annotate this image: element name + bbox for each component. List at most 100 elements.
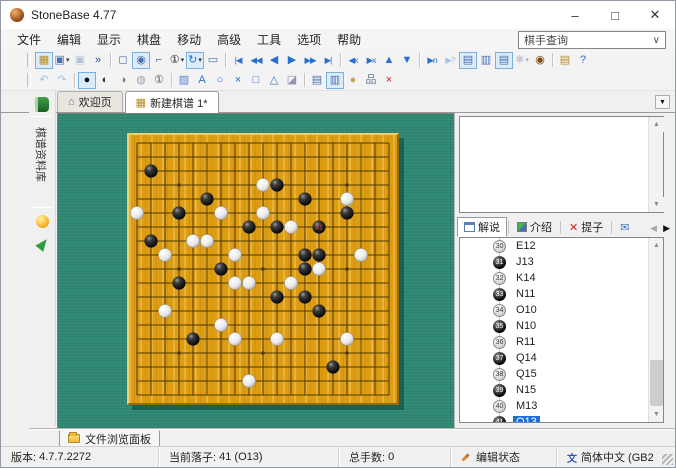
menu-item-1[interactable]: 编辑 [49,29,89,50]
mark-circle-icon[interactable]: ○ [211,72,229,89]
menu-item-8[interactable]: 帮助 [329,29,369,50]
panel-tab-mail[interactable]: ✉ [613,217,639,237]
menu-item-7[interactable]: 选项 [289,29,329,50]
scroll-down-icon[interactable]: ▼ [649,407,664,422]
player-search-combobox[interactable]: 棋手查询 ∨ [518,31,666,49]
move-number-icon[interactable]: ①▾ [168,52,186,69]
nav-back10-icon[interactable]: ◀◀ [247,52,265,69]
save-icon[interactable]: ▣▾ [53,52,71,69]
properties-icon[interactable]: ▤ [556,52,574,69]
move-list-item-33[interactable]: 33N11 [460,286,648,302]
variation-next-icon[interactable]: ▶x [362,52,380,69]
board-display-icon[interactable]: ◻ [114,52,132,69]
nav-last-icon[interactable]: ▶| [319,52,337,69]
move-list-item-38[interactable]: 38Q15 [460,366,648,382]
eraser-icon[interactable]: ◪ [283,72,301,89]
menu-item-6[interactable]: 工具 [249,29,289,50]
resize-grip[interactable] [662,454,673,465]
pointer-tool-button[interactable] [33,234,53,254]
tree-panel-icon[interactable]: ▤ [459,52,477,69]
nav-next-icon[interactable]: ▶ [283,52,301,69]
delete-node-icon[interactable]: × [380,72,398,89]
panel-tab-介绍[interactable]: 介绍 [510,217,559,237]
next-tab-button[interactable]: ▶ [660,223,673,234]
scrollbar-thumb[interactable] [650,360,663,406]
go-board[interactable]: 41 [127,133,399,405]
variation-up-icon[interactable]: ▲ [380,52,398,69]
move-list-item-35[interactable]: 35N10 [460,318,648,334]
comment-scrollbar[interactable]: ▲ ▼ [648,117,663,212]
database-panel-button[interactable] [32,94,52,114]
numbered-stone-icon[interactable]: ① [150,72,168,89]
chevron-down-icon[interactable]: ∨ [653,35,660,46]
coordinates-toggle-icon[interactable]: ◉ [132,52,150,69]
move-list-item-30[interactable]: 30E12 [460,238,648,254]
scroll-up-icon[interactable]: ▲ [649,117,664,132]
dock-vertical-tab[interactable]: 棋谱资料库 [29,123,56,201]
nav-prev-icon[interactable]: ◀ [265,52,283,69]
go-board-grid[interactable]: 41 [129,135,397,403]
tab-list-dropdown-button[interactable]: ▼ [655,95,670,109]
tree-new-branch-icon[interactable]: ▤ [495,52,513,69]
move-list-item-39[interactable]: 39N15 [460,382,648,398]
move-list-item-36[interactable]: 36R11 [460,334,648,350]
move-list-item-37[interactable]: 37Q14 [460,350,648,366]
white-stone-icon[interactable]: ◑ [114,72,132,89]
help-icon[interactable]: ? [574,52,592,69]
minimize-button[interactable]: – [555,1,595,29]
dropdown-arrow-icon[interactable]: ▾ [198,57,202,64]
toolbar-overflow-chevron[interactable]: » [89,52,107,69]
auto-play-icon[interactable]: ▶? [441,52,459,69]
menu-item-4[interactable]: 移动 [169,29,209,50]
undo-icon[interactable]: ↶ [35,72,53,89]
variation-down-icon[interactable]: ▼ [398,52,416,69]
dropdown-arrow-icon[interactable]: ▾ [66,57,70,64]
scroll-up-icon[interactable]: ▲ [649,238,664,253]
save-as-icon[interactable]: ▣ [71,52,89,69]
mark-triangle-icon[interactable]: △ [265,72,283,89]
alternate-stone-icon[interactable]: ◐ [96,72,114,89]
move-list-item-40[interactable]: 40M13 [460,398,648,414]
rotate-board-icon[interactable]: ↻▾ [186,52,204,69]
move-list[interactable]: 30E1231J1332K1433N1134O1035N1036R1137Q14… [459,237,664,423]
mark-square-icon[interactable]: □ [247,72,265,89]
close-button[interactable]: ✕ [635,1,675,29]
menu-item-3[interactable]: 棋盘 [129,29,169,50]
nav-first-icon[interactable]: |◀ [229,52,247,69]
panel-dock-icon[interactable]: ▥ [326,72,344,89]
dropdown-arrow-icon[interactable]: ▾ [525,57,529,64]
scroll-down-icon[interactable]: ▼ [649,197,664,212]
comment-box[interactable]: ▲ ▼ [459,116,664,213]
paint-icon[interactable]: ✱▾ [513,52,531,69]
mark-x-icon[interactable]: × [229,72,247,89]
corner-view-icon[interactable]: ⌐ [150,52,168,69]
black-stone-icon[interactable]: ● [78,72,96,89]
menu-item-5[interactable]: 高级 [209,29,249,50]
panel-tab-提子[interactable]: ✕提子 [562,217,610,237]
prev-tab-button[interactable]: ◀ [647,223,660,234]
move-list-item-41[interactable]: 41O13 [460,414,648,422]
move-list-item-32[interactable]: 32K14 [460,270,648,286]
panel-float-icon[interactable]: ▤ [308,72,326,89]
dropdown-arrow-icon[interactable]: ▾ [181,57,185,64]
zoom-region-icon[interactable]: ▭ [204,52,222,69]
trial-stones-icon[interactable]: ◍ [132,72,150,89]
select-region-icon[interactable]: ▨ [175,72,193,89]
tree-view-icon[interactable]: 品 [362,72,380,89]
move-list-item-34[interactable]: 34O10 [460,302,648,318]
menu-item-2[interactable]: 显示 [89,29,129,50]
move-list-scrollbar[interactable]: ▲ ▼ [648,238,663,422]
hand-stone-icon[interactable]: ● [344,72,362,89]
variation-prev-icon[interactable]: ◀x [344,52,362,69]
menu-item-0[interactable]: 文件 [9,29,49,50]
panel-tab-解说[interactable]: 解说 [457,217,507,237]
play-n-moves-icon[interactable]: ▶n [423,52,441,69]
document-tab-0[interactable]: ⌂欢迎页 [57,91,123,112]
search-globe-icon[interactable]: ◉ [531,52,549,69]
file-browser-panel-tab[interactable]: 文件浏览面板 [59,430,160,447]
label-a-icon[interactable]: A [193,72,211,89]
document-tab-1[interactable]: ▦新建棋谱 1* [125,91,219,113]
nav-fwd10-icon[interactable]: ▶▶ [301,52,319,69]
redo-icon[interactable]: ↷ [53,72,71,89]
stone-tool-button[interactable] [33,211,53,231]
